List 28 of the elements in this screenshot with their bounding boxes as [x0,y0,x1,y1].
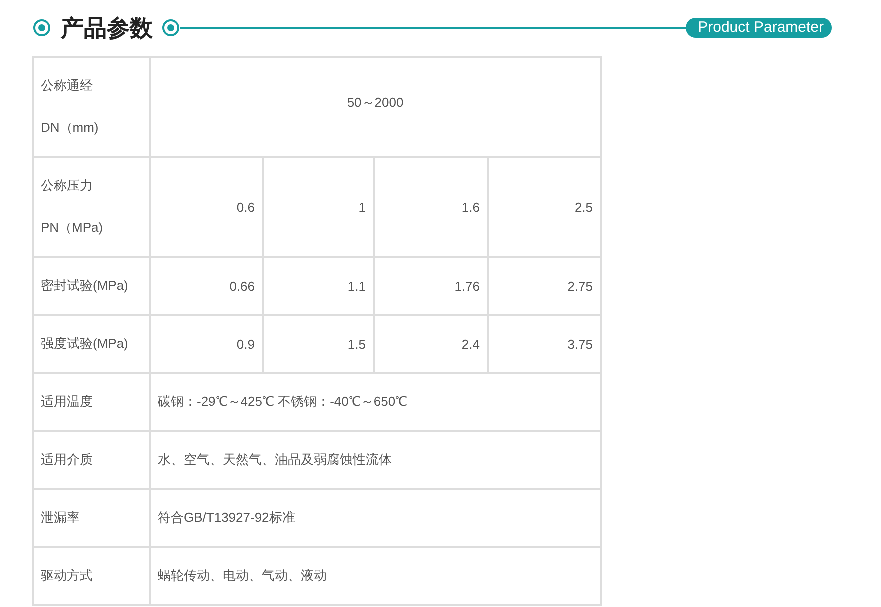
section-badge: Product Parameter [686,18,832,38]
table-cell: 2.4 [374,315,488,373]
row-label: 驱动方式 [33,547,150,605]
table-cell: 1.5 [263,315,374,373]
row-label: 适用温度 [33,373,150,431]
table-cell: 1 [263,157,374,257]
row-label: 泄漏率 [33,489,150,547]
table-cell: 3.75 [488,315,602,373]
table-cell: 50～2000 [150,57,602,157]
table-cell: 0.6 [150,157,263,257]
table-cell: 符合GB/T13927-92标准 [150,489,602,547]
table-cell: 1.76 [374,257,488,315]
table-cell: 1.1 [263,257,374,315]
table-cell: 1.6 [374,157,488,257]
table-cell: 蜗轮传动、电动、气动、液动 [150,547,602,605]
table-cell: 水、空气、天然气、油品及弱腐蚀性流体 [150,431,602,489]
row-label: 适用介质 [33,431,150,489]
ring-icon [33,19,51,37]
row-label: 密封试验(MPa) [33,257,150,315]
table-cell: 0.66 [150,257,263,315]
section-title: 产品参数 [61,14,153,44]
table-cell: 2.5 [488,157,602,257]
row-label: 公称压力 PN（MPa) [33,157,150,257]
table-cell: 碳钢：-29℃～425℃ 不锈钢：-40℃～650℃ [150,373,602,431]
row-label: 公称通经 DN（mm) [33,57,150,157]
table-cell: 2.75 [488,257,602,315]
row-label: 强度试验(MPa) [33,315,150,373]
table-cell: 0.9 [150,315,263,373]
